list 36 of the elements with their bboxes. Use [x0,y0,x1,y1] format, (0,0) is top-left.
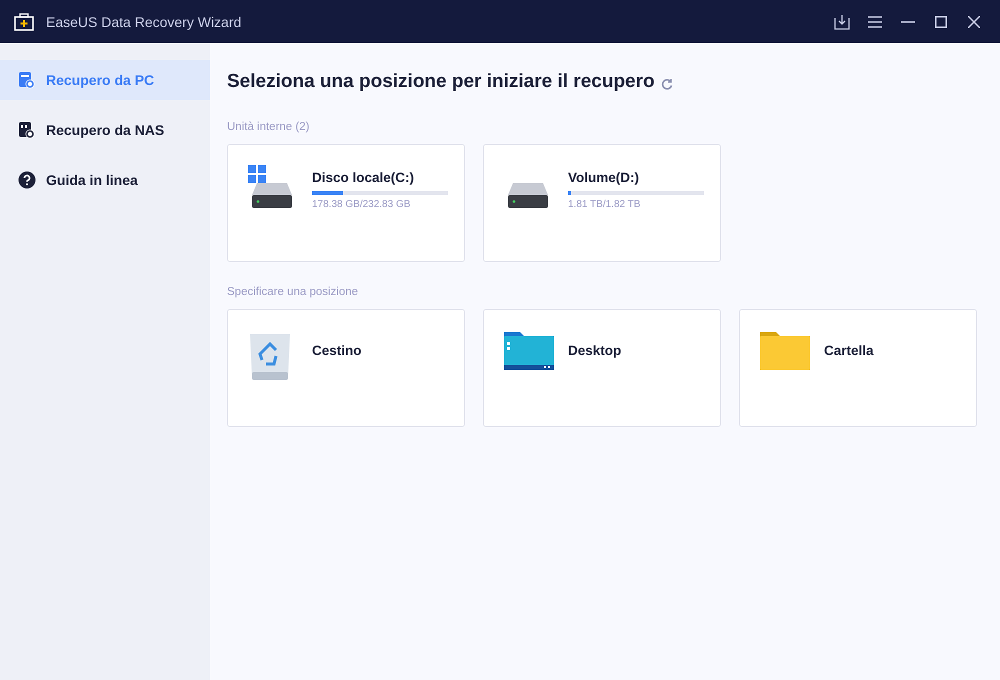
pc-recovery-icon [18,71,36,89]
minimize-icon [901,20,915,22]
sidebar-item-label: Recupero da PC [46,72,154,88]
page-heading: Seleziona una posizione per iniziare il recupero [227,71,655,93]
section-title: Unità interne (2) [227,121,310,133]
usage-text: 178.38 GB/232.83 GB [312,199,412,210]
drive-icon [249,183,295,208]
maximize-icon [935,16,947,28]
refresh-icon[interactable] [660,78,673,90]
location-card[interactable]: Desktop [483,309,721,427]
location-name: Desktop [568,343,622,358]
download-icon [834,14,850,30]
toolbox-logo-icon [14,12,34,30]
section-title: Specificare una posizione [227,286,360,298]
location-name: Disco locale(C:) [312,170,416,185]
location-name: Volume(D:) [568,170,640,185]
desktop-folder-icon [504,330,554,370]
drive-icon [505,183,551,208]
nas-recovery-icon [18,121,36,139]
location-card[interactable]: Cestino [227,309,465,427]
location-name: Cartella [824,343,874,358]
sidebar-item[interactable]: Recupero da NAS [0,110,210,150]
location-card[interactable]: Cartella [739,309,977,427]
folder-icon [760,330,810,370]
help-icon [18,171,36,189]
sidebar-item-label: Guida in linea [46,172,138,188]
close-icon [968,16,980,28]
sidebar-item-label: Recupero da NAS [46,122,164,138]
windows-logo-icon [248,165,266,183]
location-card[interactable]: Volume(D:) 1.81 TB/1.82 TB [483,144,721,262]
usage-text: 1.81 TB/1.82 TB [568,199,642,210]
window-title: EaseUS Data Recovery Wizard [46,14,242,30]
sidebar-item[interactable]: Guida in linea [0,160,210,200]
location-name: Cestino [312,343,362,358]
location-card[interactable]: Disco locale(C:) 178.38 GB/232.83 GB [227,144,465,262]
menu-icon [868,16,882,28]
